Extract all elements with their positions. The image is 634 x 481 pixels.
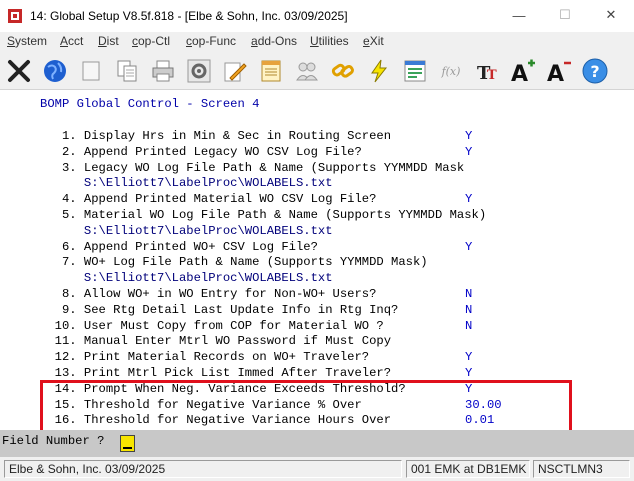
setting-path-value: S:\Elliott7\LabelProc\WOLABELS.txt [40,223,333,238]
copy-icon[interactable] [111,55,143,87]
menu-cop-func[interactable]: cop-Func [186,34,236,48]
menu-utilities[interactable]: Utilities [310,34,349,48]
setting-label: 13. Print Mtrl Pick List Immed After Tra… [40,366,392,380]
close-x-icon[interactable] [3,55,35,87]
svg-text:A: A [511,62,528,85]
field-number-input[interactable] [120,435,135,452]
decrease-font-icon[interactable]: A [543,55,575,87]
globe-icon[interactable] [39,55,71,87]
svg-text:?: ? [590,62,599,81]
maximize-button[interactable]: ☐ [542,0,588,30]
menu-bar: System Acct Dist cop-Ctl cop-Func add-On… [0,32,634,52]
help-icon[interactable]: ? [579,55,611,87]
settings-gear-icon[interactable] [183,55,215,87]
font-icon[interactable]: TT [471,55,503,87]
setting-label: 10. User Must Copy from COP for Material… [40,318,384,333]
menu-exit[interactable]: eXit [363,34,384,48]
terminal-screen: BOMP Global Control - Screen 4 1. Displa… [0,90,634,430]
menu-system[interactable]: System [7,34,47,48]
notepad-icon[interactable] [255,55,287,87]
edit-pencil-icon[interactable] [219,55,251,87]
setting-label: 4. Append Printed Material WO CSV Log Fi… [40,192,377,207]
menu-cop-ctl[interactable]: cop-Ctl [132,34,170,48]
setting-label: 3. Legacy WO Log File Path & Name (Suppo… [40,160,465,175]
setting-value: N [465,318,473,333]
menu-dist[interactable]: Dist [98,34,119,48]
setting-label: 9. See Rtg Detail Last Update Info in Rt… [40,302,399,317]
print-icon[interactable] [147,55,179,87]
svg-text:A: A [547,62,564,85]
setting-label: 5. Material WO Log File Path & Name (Sup… [40,208,487,222]
setting-path-value: S:\Elliott7\LabelProc\WOLABELS.txt [40,176,333,191]
status-company: Elbe & Sohn, Inc. 03/09/2025 [4,460,402,478]
toolbar: f(x) TT A A ? [0,52,634,90]
blank-icon[interactable] [75,55,107,87]
menu-add-ons[interactable]: add-Ons [251,34,297,48]
setting-label: 11. Manual Enter Mtrl WO Password if Mus… [40,334,392,349]
window-title: 14: Global Setup V8.5f.818 - [Elbe & Soh… [30,9,348,23]
screen-heading: BOMP Global Control - Screen 4 [40,97,260,111]
setting-value: Y [465,129,473,143]
svg-text:f(x): f(x) [441,65,461,78]
highlight-box [40,380,572,434]
function-icon[interactable]: f(x) [435,55,467,87]
status-bar: Elbe & Sohn, Inc. 03/09/2025 001 EMK at … [0,457,634,481]
setting-label: 2. Append Printed Legacy WO CSV Log File… [40,144,362,159]
setting-label: 1. Display Hrs in Min & Sec in Routing S… [40,129,392,143]
field-number-row: Field Number ? [0,430,634,457]
setting-value: Y [465,144,473,159]
setting-label: 12. Print Material Records on WO+ Travel… [40,350,370,365]
setting-label: 7. WO+ Log File Path & Name (Supports YY… [40,255,428,270]
status-session: 001 EMK at DB1EMK [406,460,530,478]
setting-value: Y [465,239,473,254]
field-number-label: Field Number ? [2,434,105,448]
setting-label: 8. Allow WO+ in WO Entry for Non-WO+ Use… [40,287,377,301]
chain-link-icon[interactable] [327,55,359,87]
form-icon[interactable] [399,55,431,87]
lightning-icon[interactable] [363,55,395,87]
setting-label: 6. Append Printed WO+ CSV Log File? [40,239,318,254]
minimize-button[interactable]: — [496,0,542,30]
setting-value: Y [465,366,473,380]
svg-text:T: T [487,68,497,83]
setting-value: Y [465,350,473,365]
menu-acct[interactable]: Acct [60,34,83,48]
status-terminal: NSCTLMN3 [533,460,630,478]
increase-font-icon[interactable]: A [507,55,539,87]
setting-path-value: S:\Elliott7\LabelProc\WOLABELS.txt [40,271,333,286]
setting-value: Y [465,192,473,207]
setting-value: N [465,302,473,317]
close-window-button[interactable]: ✕ [588,0,634,30]
users-icon[interactable] [291,55,323,87]
title-bar: 14: Global Setup V8.5f.818 - [Elbe & Soh… [0,0,634,32]
setting-value: N [465,287,473,301]
app-icon [8,9,22,23]
